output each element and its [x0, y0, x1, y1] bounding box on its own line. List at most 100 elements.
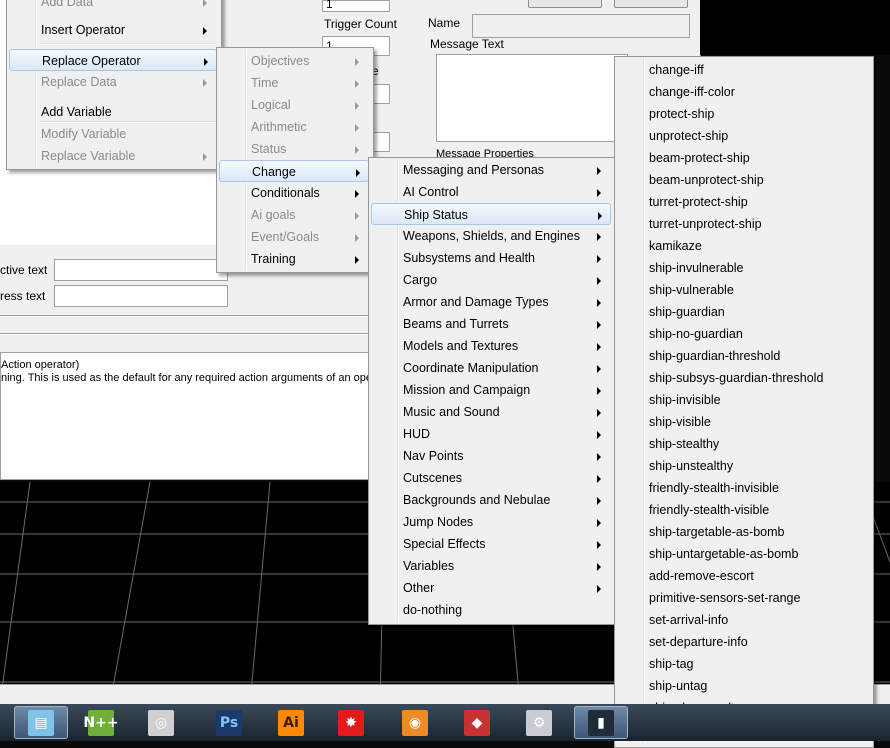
- menu-item-jump-nodes[interactable]: Jump Nodes: [371, 511, 611, 533]
- debrief-text-field[interactable]: [54, 285, 228, 307]
- name-field[interactable]: [472, 14, 690, 38]
- menu-item-label: unprotect-ship: [649, 129, 729, 143]
- menu-item-subsystems-and-health[interactable]: Subsystems and Health: [371, 247, 611, 269]
- taskbar-button-photoshop[interactable]: Ps: [202, 706, 256, 739]
- taskbar-button-disc-burner[interactable]: ◎: [134, 706, 188, 739]
- menu-item-beam-protect-ship[interactable]: beam-protect-ship: [617, 147, 869, 169]
- menu-item-models-and-textures[interactable]: Models and Textures: [371, 335, 611, 357]
- menu-item-add-remove-escort[interactable]: add-remove-escort: [617, 565, 869, 587]
- menu-item-ship-invulnerable[interactable]: ship-invulnerable: [617, 257, 869, 279]
- taskbar-button-paint-splat[interactable]: ✸: [324, 706, 378, 739]
- menu-item-primitive-sensors-set-range[interactable]: primitive-sensors-set-range: [617, 587, 869, 609]
- menu-item-beam-unprotect-ship[interactable]: beam-unprotect-ship: [617, 169, 869, 191]
- menu-item-unprotect-ship[interactable]: unprotect-ship: [617, 125, 869, 147]
- menu-item-label: Cutscenes: [403, 471, 463, 485]
- dialog-button-2[interactable]: [614, 0, 688, 8]
- menu-item-set-departure-info[interactable]: set-departure-info: [617, 631, 869, 653]
- score-field[interactable]: [372, 132, 390, 152]
- menu-item-friendly-stealth-invisible[interactable]: friendly-stealth-invisible: [617, 477, 869, 499]
- menu-item-ship-vulnerable[interactable]: ship-vulnerable: [617, 279, 869, 301]
- taskbar-button-notepad-plus[interactable]: N++: [74, 706, 128, 739]
- menu-item-insert-operator[interactable]: Insert Operator: [9, 19, 217, 41]
- menu-item-ship-visible[interactable]: ship-visible: [617, 411, 869, 433]
- chevron-right-icon: [597, 519, 601, 527]
- menu-item-ship-tag[interactable]: ship-tag: [617, 653, 869, 675]
- menu-item-ship-untag[interactable]: ship-untag: [617, 675, 869, 697]
- menu-item-ship-no-guardian[interactable]: ship-no-guardian: [617, 323, 869, 345]
- menu-item-ship-untargetable-as-bomb[interactable]: ship-untargetable-as-bomb: [617, 543, 869, 565]
- menu-item-kamikaze[interactable]: kamikaze: [617, 235, 869, 257]
- menu-item-label: Ai goals: [251, 208, 296, 222]
- chevron-right-icon: [597, 497, 601, 505]
- operator-category-menu: Objectives Time Logical Arithmetic Status Cha…: [216, 47, 374, 273]
- menu-item-ship-stealthy[interactable]: ship-stealthy: [617, 433, 869, 455]
- menu-item-ship-unstealthy[interactable]: ship-unstealthy: [617, 455, 869, 477]
- menu-item-change-iff[interactable]: change-iff: [617, 59, 869, 81]
- menu-item-variables[interactable]: Variables: [371, 555, 611, 577]
- menu-separator: [39, 43, 215, 45]
- menu-item-ai-control[interactable]: AI Control: [371, 181, 611, 203]
- menu-item-protect-ship[interactable]: protect-ship: [617, 103, 869, 125]
- menu-item-friendly-stealth-visible[interactable]: friendly-stealth-visible: [617, 499, 869, 521]
- taskbar-button-steam[interactable]: ⚙: [512, 706, 566, 739]
- menu-item-cargo[interactable]: Cargo: [371, 269, 611, 291]
- menu-item-ship-guardian[interactable]: ship-guardian: [617, 301, 869, 323]
- menu-item-label: AI Control: [403, 185, 459, 199]
- taskbar-button-dark-app[interactable]: ▮: [574, 706, 628, 739]
- menu-item-mission-and-campaign[interactable]: Mission and Campaign: [371, 379, 611, 401]
- trigger-count-label: Trigger Count: [324, 17, 397, 31]
- menu-item-coordinate-manipulation[interactable]: Coordinate Manipulation: [371, 357, 611, 379]
- interval-field[interactable]: [372, 84, 390, 104]
- menu-item-ship-guardian-threshold[interactable]: ship-guardian-threshold: [617, 345, 869, 367]
- help-box: Action operator) ning. This is used as t…: [0, 352, 385, 480]
- divider: [0, 315, 370, 317]
- menu-item-music-and-sound[interactable]: Music and Sound: [371, 401, 611, 423]
- taskbar-button-blender[interactable]: ◉: [388, 706, 442, 739]
- menu-item-hud[interactable]: HUD: [371, 423, 611, 445]
- menu-item-label: beam-protect-ship: [649, 151, 750, 165]
- menu-item-conditionals[interactable]: Conditionals: [219, 182, 369, 204]
- window-manager-icon: ▤: [28, 709, 54, 736]
- repeat-count-field[interactable]: 1: [322, 0, 390, 12]
- menu-item-ship-subsys-guardian-threshold[interactable]: ship-subsys-guardian-threshold: [617, 367, 869, 389]
- taskbar-button-illustrator[interactable]: Ai: [264, 706, 318, 739]
- menu-item-label: set-departure-info: [649, 635, 748, 649]
- help-line: Action operator): [1, 359, 80, 371]
- menu-item-set-arrival-info[interactable]: set-arrival-info: [617, 609, 869, 631]
- menu-item-weapons-shields-and-engines[interactable]: Weapons, Shields, and Engines: [371, 225, 611, 247]
- directive-text-field[interactable]: [54, 259, 228, 281]
- menu-item-ship-invisible[interactable]: ship-invisible: [617, 389, 869, 411]
- chevron-right-icon: [356, 169, 360, 177]
- chevron-right-icon: [597, 585, 601, 593]
- menu-item-ship-targetable-as-bomb[interactable]: ship-targetable-as-bomb: [617, 521, 869, 543]
- menu-item-turret-protect-ship[interactable]: turret-protect-ship: [617, 191, 869, 213]
- menu-item-nav-points[interactable]: Nav Points: [371, 445, 611, 467]
- taskbar-button-sexp-tool[interactable]: ◆: [450, 706, 504, 739]
- menu-item-messaging-and-personas[interactable]: Messaging and Personas: [371, 159, 611, 181]
- menu-item-armor-and-damage-types[interactable]: Armor and Damage Types: [371, 291, 611, 313]
- sexp-tool-icon: ◆: [464, 709, 490, 736]
- menu-item-ship-status[interactable]: Ship Status: [371, 203, 611, 225]
- menu-item-replace-operator[interactable]: Replace Operator: [9, 49, 217, 71]
- menu-item-other[interactable]: Other: [371, 577, 611, 599]
- menu-item-do-nothing[interactable]: do-nothing: [371, 599, 611, 621]
- menu-item-label: Arithmetic: [251, 120, 307, 134]
- message-text-area[interactable]: [436, 54, 628, 142]
- menu-item-training[interactable]: Training: [219, 248, 369, 270]
- menu-item-turret-unprotect-ship[interactable]: turret-unprotect-ship: [617, 213, 869, 235]
- menu-item-beams-and-turrets[interactable]: Beams and Turrets: [371, 313, 611, 335]
- menu-item-label: turret-protect-ship: [649, 195, 748, 209]
- menu-item-label: ship-guardian-threshold: [649, 349, 781, 363]
- menu-item-backgrounds-and-nebulae[interactable]: Backgrounds and Nebulae: [371, 489, 611, 511]
- menu-item-cutscenes[interactable]: Cutscenes: [371, 467, 611, 489]
- menu-item-special-effects[interactable]: Special Effects: [371, 533, 611, 555]
- menu-item-add-variable[interactable]: Add Variable: [9, 101, 217, 123]
- chevron-right-icon: [597, 189, 601, 197]
- menu-item-change-iff-color[interactable]: change-iff-color: [617, 81, 869, 103]
- menu-item-label: Special Effects: [403, 537, 486, 551]
- taskbar-button-window-manager[interactable]: ▤: [14, 706, 68, 739]
- menu-item-label: Change: [252, 165, 296, 179]
- menu-item-change[interactable]: Change: [219, 160, 369, 182]
- menu-item-arithmetic: Arithmetic: [219, 116, 369, 138]
- dialog-button-1[interactable]: [528, 0, 602, 8]
